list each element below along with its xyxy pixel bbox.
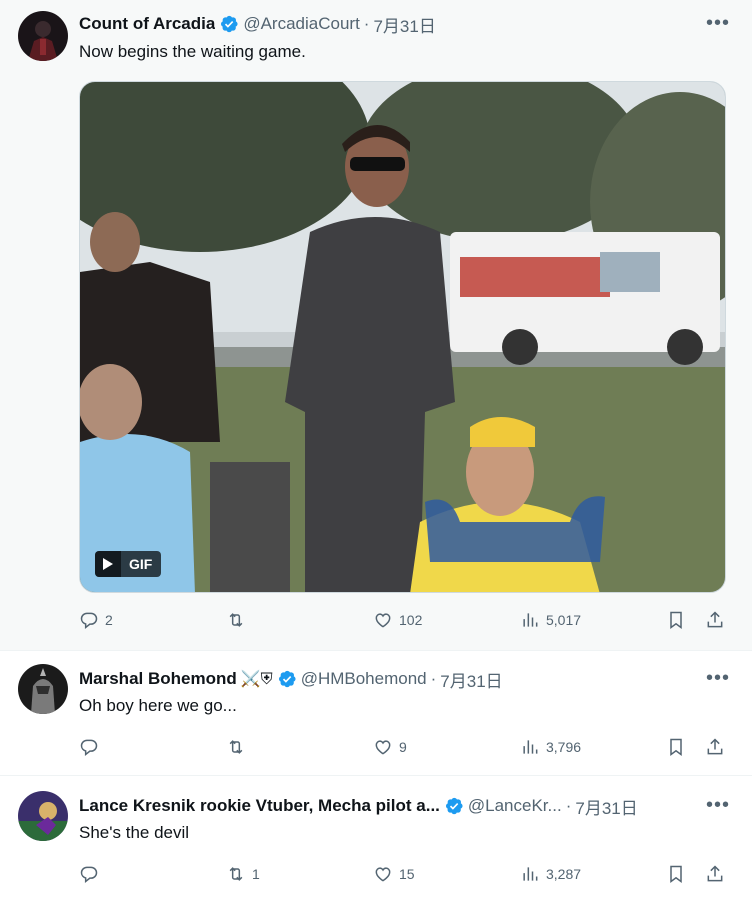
gif-media[interactable]: GIF <box>79 81 726 593</box>
share-button[interactable] <box>705 737 725 757</box>
avatar[interactable] <box>18 664 68 714</box>
display-name[interactable]: Count of Arcadia <box>79 14 215 34</box>
separator-dot: · <box>363 14 370 33</box>
tweet-reply[interactable]: Marshal Bohemond ⚔️⛨ @HMBohemond · 7月31日… <box>0 650 752 775</box>
tweet-header: Marshal Bohemond ⚔️⛨ @HMBohemond · 7月31日 <box>79 667 692 692</box>
verified-badge-icon <box>278 670 296 688</box>
views-icon <box>523 613 538 627</box>
retweet-button[interactable] <box>226 737 252 757</box>
gif-badge[interactable]: GIF <box>95 551 162 577</box>
tweet-date[interactable]: 7月31日 <box>575 794 637 819</box>
bookmark-icon <box>670 865 682 883</box>
views-count: 5,017 <box>546 612 582 628</box>
gif-label: GIF <box>129 556 153 572</box>
play-icon[interactable] <box>95 551 121 577</box>
retweet-count: 1 <box>252 866 260 882</box>
separator-dot: · <box>430 669 437 688</box>
action-bar: 2 102 5,017 <box>79 610 734 632</box>
reply-button[interactable] <box>79 864 105 884</box>
reply-icon <box>80 739 98 757</box>
share-button[interactable] <box>705 610 725 630</box>
tweet-date[interactable]: 7月31日 <box>373 12 435 37</box>
action-bar: 1 15 3,287 <box>79 864 734 886</box>
display-name[interactable]: Lance Kresnik rookie Vtuber, Mecha pilot… <box>79 796 440 816</box>
like-button[interactable]: 9 <box>373 737 407 757</box>
tweet-text: She's the devil <box>79 823 190 842</box>
verified-badge-icon <box>445 797 463 815</box>
views-count: 3,287 <box>546 866 582 882</box>
tweet-text: Now begins the waiting game. <box>79 42 306 61</box>
views-icon <box>523 740 538 754</box>
share-icon <box>707 865 723 882</box>
views-button[interactable]: 3,287 <box>520 864 581 884</box>
reply-button[interactable]: 2 <box>79 610 113 630</box>
bookmark-icon <box>670 738 682 756</box>
tweet-header: Count of Arcadia @ArcadiaCourt · 7月31日 <box>79 12 692 37</box>
bookmark-button[interactable] <box>666 610 686 630</box>
separator-dot: · <box>565 796 572 815</box>
tweet-main[interactable]: Count of Arcadia @ArcadiaCourt · 7月31日 •… <box>0 0 752 650</box>
gif-image <box>80 82 725 592</box>
verified-badge-icon <box>221 15 238 33</box>
views-button[interactable]: 3,796 <box>520 737 581 757</box>
more-icon[interactable]: ••• <box>706 667 730 689</box>
bookmark-icon <box>670 611 682 629</box>
handle[interactable]: @HMBohemond <box>301 669 427 689</box>
display-name[interactable]: Marshal Bohemond <box>79 669 237 689</box>
handle[interactable]: @LanceKr... <box>468 796 562 816</box>
retweet-icon <box>229 613 243 627</box>
like-count: 15 <box>399 866 415 882</box>
like-button[interactable]: 15 <box>373 864 415 884</box>
retweet-icon <box>229 867 243 881</box>
share-icon <box>707 738 723 755</box>
avatar[interactable] <box>18 11 68 61</box>
like-count: 9 <box>399 739 407 755</box>
tweet-header: Lance Kresnik rookie Vtuber, Mecha pilot… <box>79 794 692 819</box>
retweet-button[interactable] <box>226 610 252 630</box>
views-count: 3,796 <box>546 739 582 755</box>
more-icon[interactable]: ••• <box>706 794 730 816</box>
more-icon[interactable]: ••• <box>706 12 730 34</box>
views-button[interactable]: 5,017 <box>520 610 581 630</box>
action-bar: 9 3,796 <box>79 737 734 759</box>
tweet-reply[interactable]: Lance Kresnik rookie Vtuber, Mecha pilot… <box>0 775 752 902</box>
name-emoji: ⚔️⛨ <box>240 671 273 688</box>
views-icon <box>523 867 538 881</box>
like-button[interactable]: 102 <box>373 610 422 630</box>
retweet-button[interactable]: 1 <box>226 864 260 884</box>
retweet-icon <box>229 740 243 754</box>
share-button[interactable] <box>705 864 725 884</box>
tweet-text: Oh boy here we go... <box>79 696 237 715</box>
like-icon <box>375 613 391 628</box>
handle[interactable]: @ArcadiaCourt <box>243 14 359 34</box>
reply-button[interactable] <box>79 737 105 757</box>
avatar[interactable] <box>18 791 68 841</box>
like-icon <box>375 740 391 755</box>
reply-count: 2 <box>105 612 113 628</box>
bookmark-button[interactable] <box>666 864 686 884</box>
bookmark-button[interactable] <box>666 737 686 757</box>
like-count: 102 <box>399 612 423 628</box>
reply-icon <box>80 612 98 630</box>
reply-icon <box>80 866 98 884</box>
like-icon <box>375 867 391 882</box>
tweet-date[interactable]: 7月31日 <box>440 667 502 692</box>
share-icon <box>707 611 723 628</box>
